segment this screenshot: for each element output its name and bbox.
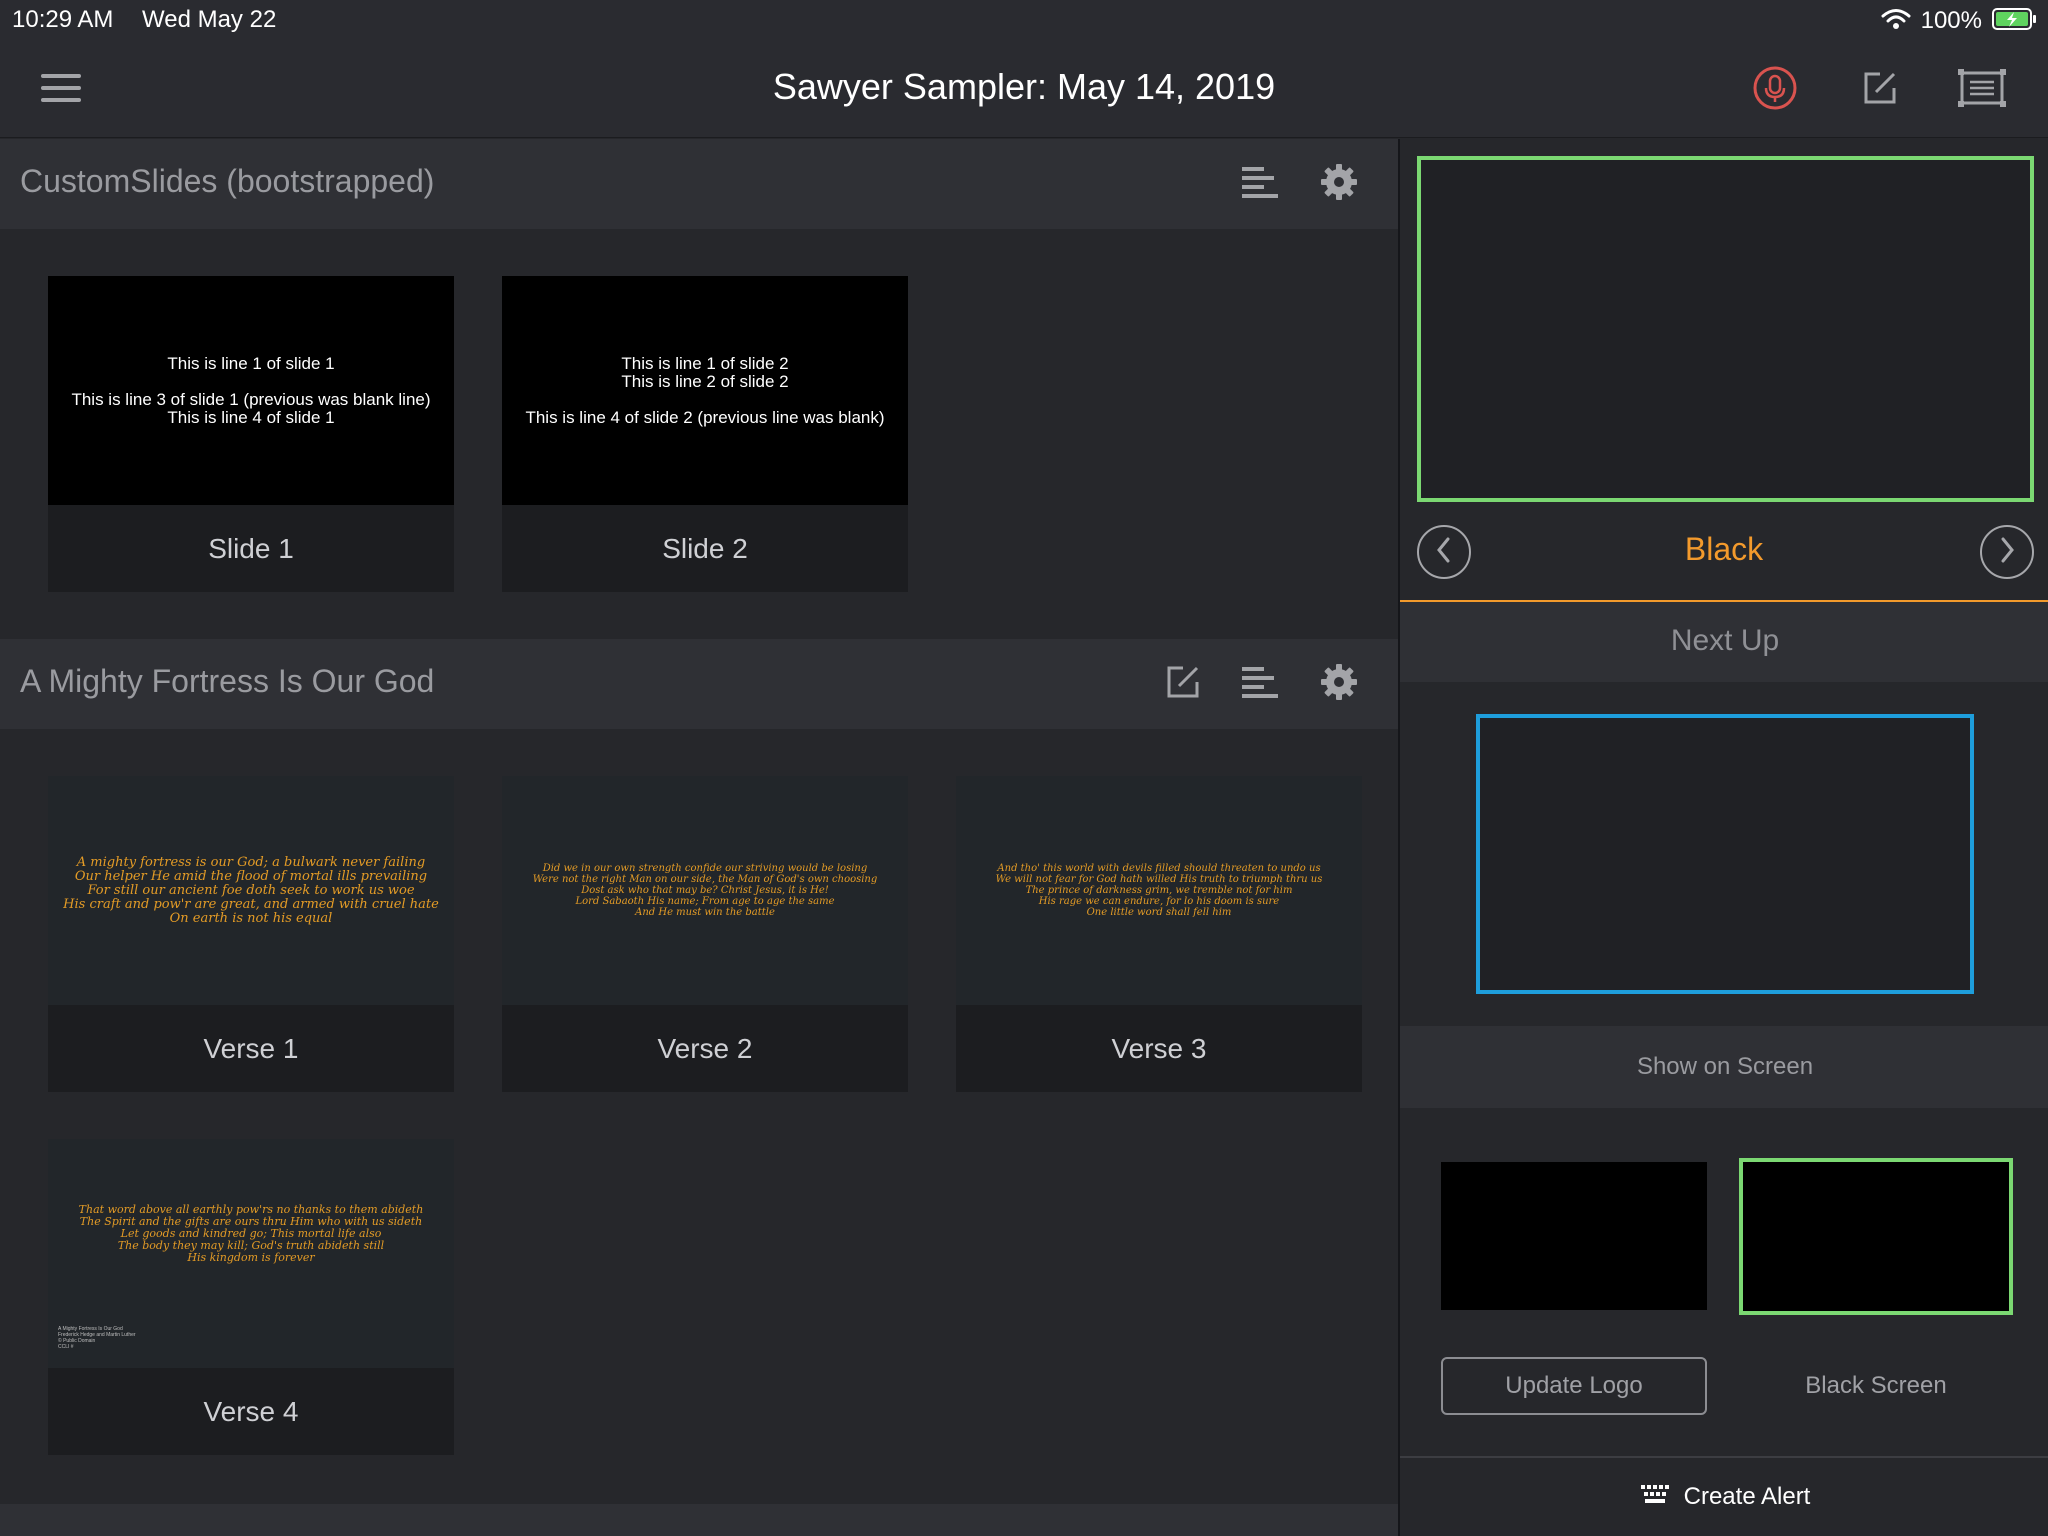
status-time: 10:29 AM <box>12 6 114 33</box>
edit-icon <box>1163 662 1203 707</box>
create-alert-label: Create Alert <box>1683 1483 1811 1510</box>
section-title: A Mighty Fortress Is Our God <box>20 663 435 699</box>
output-panel: Black Next Up Show on Screen Update Logo… <box>1398 139 2048 1536</box>
section-header: CustomSlides (bootstrapped) <box>0 139 1398 229</box>
slide-label: Verse 4 <box>203 1395 299 1427</box>
section-header <box>0 1504 1398 1536</box>
next-up-label: Next Up <box>1670 624 1780 657</box>
black-screen-thumbnail[interactable] <box>1739 1158 2013 1315</box>
section-header: A Mighty Fortress Is Our God <box>0 639 1398 729</box>
align-icon <box>1240 665 1280 704</box>
screen-icon <box>1957 68 2007 113</box>
slide-preview-text: This is line 1 of slide 1 This is line 3… <box>71 353 431 427</box>
slide-card[interactable]: And tho' this world with devils filled s… <box>956 776 1362 1092</box>
microphone-icon <box>1752 65 1798 116</box>
wifi-icon <box>1881 8 1911 35</box>
slide-label: Slide 1 <box>208 532 294 564</box>
slides-pane[interactable]: CustomSlides (bootstrapped) This is line… <box>0 139 1398 1536</box>
slide-label: Verse 1 <box>203 1032 299 1064</box>
next-up-header: Next Up <box>1400 602 2048 682</box>
next-up-preview[interactable] <box>1476 714 1974 994</box>
settings-button[interactable] <box>1311 656 1367 712</box>
edit-button[interactable] <box>1852 62 1908 118</box>
slide-preview: A mighty fortress is our God; a bulwark … <box>48 776 454 1005</box>
slide-label: Verse 2 <box>657 1032 753 1064</box>
slide-preview-text: And tho' this world with devils filled s… <box>995 863 1323 918</box>
battery-charging-icon <box>1992 7 2038 36</box>
edit-icon <box>1860 68 1900 113</box>
chevron-right-icon <box>1997 536 2017 569</box>
gear-icon <box>1319 662 1359 707</box>
show-on-screen-button[interactable]: Show on Screen <box>1400 1026 2048 1108</box>
screen-button[interactable] <box>1954 62 2010 118</box>
live-status-label: Black <box>1684 531 1764 567</box>
slide-preview: That word above all earthly pow'rs no th… <box>48 1139 454 1368</box>
slide-card[interactable]: This is line 1 of slide 2 This is line 2… <box>502 276 908 592</box>
slide-preview: Did we in our own strength confide our s… <box>502 776 908 1005</box>
gear-icon <box>1319 162 1359 207</box>
slide-preview-text: This is line 1 of slide 2 This is line 2… <box>525 353 885 427</box>
slide-card[interactable]: Did we in our own strength confide our s… <box>502 776 908 1092</box>
slide-card[interactable]: That word above all earthly pow'rs no th… <box>48 1139 454 1455</box>
slide-preview-text: A mighty fortress is our God; a bulwark … <box>63 854 439 926</box>
live-preview <box>1417 156 2034 502</box>
status-indicators: 100% <box>1881 4 2038 38</box>
slide-preview-text: That word above all earthly pow'rs no th… <box>78 1202 424 1264</box>
microphone-button[interactable] <box>1747 62 1803 118</box>
edit-song-button[interactable] <box>1155 656 1211 712</box>
slide-label: Verse 3 <box>1111 1032 1207 1064</box>
align-button[interactable] <box>1232 656 1288 712</box>
slide-preview-text: Did we in our own strength confide our s… <box>532 863 878 918</box>
status-bar: 10:29 AM Wed May 22 100% <box>0 0 2048 42</box>
next-button[interactable] <box>1980 525 2034 579</box>
keyboard-icon <box>1640 1483 1670 1512</box>
slide-card[interactable]: A mighty fortress is our God; a bulwark … <box>48 776 454 1092</box>
create-alert-button[interactable]: Create Alert <box>1400 1458 2048 1536</box>
align-button[interactable] <box>1232 156 1288 212</box>
update-logo-button[interactable]: Update Logo <box>1441 1357 1707 1415</box>
section-title: CustomSlides (bootstrapped) <box>20 163 435 199</box>
slide-card[interactable]: This is line 1 of slide 1 This is line 3… <box>48 276 454 592</box>
black-screen-button[interactable]: Black Screen <box>1739 1357 2013 1415</box>
slide-preview: This is line 1 of slide 2 This is line 2… <box>502 276 908 505</box>
slide-footnote: A Mighty Fortress Is Our God Frederick H… <box>58 1326 136 1350</box>
battery-percent: 100% <box>1920 7 1982 34</box>
status-date: Wed May 22 <box>142 6 277 33</box>
slide-label: Slide 2 <box>662 532 748 564</box>
settings-button[interactable] <box>1311 156 1367 212</box>
slide-preview: And tho' this world with devils filled s… <box>956 776 1362 1005</box>
page-title: Sawyer Sampler: May 14, 2019 <box>772 66 1276 107</box>
logo-thumbnail[interactable] <box>1441 1162 1707 1310</box>
align-icon <box>1240 165 1280 204</box>
nav-bar: Sawyer Sampler: May 14, 2019 <box>0 42 2048 138</box>
slide-preview: This is line 1 of slide 1 This is line 3… <box>48 276 454 505</box>
